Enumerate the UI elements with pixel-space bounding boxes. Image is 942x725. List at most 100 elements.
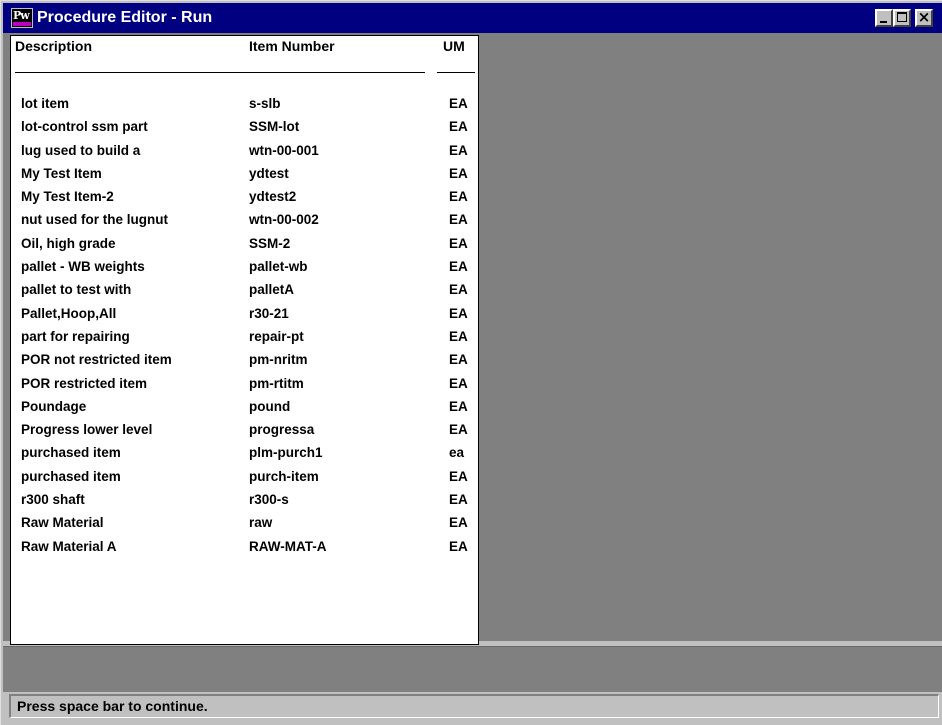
cell-description: Oil, high grade <box>21 235 116 251</box>
table-body: lot item s-slb EA lot-control ssm part SSM-l… <box>11 92 478 558</box>
cell-item-number: s-slb <box>249 96 281 111</box>
cell-description: POR not restricted item <box>21 352 172 368</box>
cell-item-number: SSM-lot <box>249 119 300 135</box>
cell-description: part for repairing <box>21 328 130 344</box>
app-icon-bar <box>13 22 31 26</box>
status-message: Press space bar to continue. <box>17 698 208 714</box>
column-header-item-number: Item Number <box>249 38 335 54</box>
cell-um: EA <box>449 398 468 414</box>
cell-description: purchased item <box>21 445 121 461</box>
cell-item-number: r300-s <box>249 492 289 508</box>
cell-description: nut used for the lugnut <box>21 212 168 228</box>
cell-um: EA <box>449 515 468 531</box>
table-row[interactable]: Raw Material raw EA <box>11 511 478 534</box>
cell-item-number: r30-21 <box>249 305 289 321</box>
table-row[interactable]: nut used for the lugnut wtn-00-002 EA <box>11 208 478 231</box>
title-bar[interactable]: Pw Procedure Editor - Run × <box>3 3 942 33</box>
table-row[interactable]: lug used to build a wtn-00-001 EA <box>11 139 478 162</box>
procedure-editor-window: Pw Procedure Editor - Run × Description … <box>0 0 942 725</box>
cell-description: Progress lower level <box>21 422 153 438</box>
cell-um: ea <box>449 445 465 461</box>
table-row[interactable]: POR not restricted item pm-nritm EA <box>11 348 478 371</box>
cell-item-number: repair-pt <box>249 328 304 344</box>
maximize-icon <box>897 12 907 22</box>
cell-um: EA <box>449 468 468 484</box>
table-row[interactable]: POR restricted item pm-rtitm EA <box>11 372 478 395</box>
table-row[interactable]: part for repairing repair-pt EA <box>11 325 478 348</box>
cell-um: EA <box>449 96 468 111</box>
minimize-icon <box>880 21 887 23</box>
table-row[interactable]: Raw Material A RAW-MAT-A EA <box>11 535 478 558</box>
table-row[interactable]: r300 shaft r300-s EA <box>11 488 478 511</box>
table-row[interactable]: Oil, high grade SSM-2 EA <box>11 232 478 255</box>
cell-um: EA <box>449 235 468 251</box>
cell-item-number: RAW-MAT-A <box>249 538 327 554</box>
cell-item-number: pallet-wb <box>249 259 308 275</box>
table-row[interactable]: Progress lower level progressa EA <box>11 418 478 441</box>
cell-item-number: pm-nritm <box>249 352 308 368</box>
cell-um: EA <box>449 328 468 344</box>
cell-description: lug used to build a <box>21 142 141 158</box>
header-underline-description <box>15 72 236 73</box>
cell-um: EA <box>449 352 468 368</box>
cell-um: EA <box>449 119 468 135</box>
cell-item-number: wtn-00-001 <box>249 142 319 158</box>
cell-item-number: ydtest <box>249 165 289 181</box>
maximize-button[interactable] <box>893 9 911 27</box>
table-row[interactable]: My Test Item-2 ydtest2 EA <box>11 185 478 208</box>
cell-item-number: pm-rtitm <box>249 375 304 391</box>
cell-um: EA <box>449 165 468 181</box>
cell-description: Raw Material A <box>21 538 117 554</box>
table-row[interactable]: purchased item purch-item EA <box>11 465 478 488</box>
cell-description: Raw Material <box>21 515 104 531</box>
cell-item-number: plm-purch1 <box>249 445 323 461</box>
cell-item-number: ydtest2 <box>249 189 297 205</box>
cell-item-number: palletA <box>249 282 295 298</box>
close-button[interactable]: × <box>915 8 933 27</box>
column-header-description: Description <box>15 38 93 54</box>
cell-description: lot item <box>21 96 70 111</box>
table-row[interactable]: pallet to test with palletA EA <box>11 278 478 301</box>
cell-description: pallet - WB weights <box>21 259 145 275</box>
cell-description: My Test Item-2 <box>21 189 114 205</box>
minimize-button[interactable] <box>875 9 893 27</box>
cell-um: EA <box>449 492 468 508</box>
table-row[interactable]: pallet - WB weights pallet-wb EA <box>11 255 478 278</box>
cell-item-number: pound <box>249 398 291 414</box>
table-row[interactable]: lot item s-slb EA <box>11 92 478 115</box>
column-header-um: UM <box>443 38 465 54</box>
header-underline-item-number <box>235 72 425 73</box>
cell-um: EA <box>449 282 468 298</box>
cell-description: pallet to test with <box>21 282 132 298</box>
status-bar: Press space bar to continue. <box>9 694 939 718</box>
cell-description: purchased item <box>21 468 121 484</box>
table-row[interactable]: Poundage pound EA <box>11 395 478 418</box>
cell-item-number: raw <box>249 515 273 531</box>
cell-description: Pallet,Hoop,All <box>21 305 117 321</box>
cell-um: EA <box>449 142 468 158</box>
progress-app-icon[interactable]: Pw <box>11 8 33 28</box>
cell-description: My Test Item <box>21 165 102 181</box>
close-icon: × <box>917 8 931 26</box>
table-row[interactable]: Pallet,Hoop,All r30-21 EA <box>11 302 478 325</box>
cell-item-number: progressa <box>249 422 315 438</box>
cell-um: EA <box>449 212 468 228</box>
table-row[interactable]: lot-control ssm part SSM-lot EA <box>11 115 478 138</box>
cell-item-number: SSM-2 <box>249 235 291 251</box>
table-row[interactable]: My Test Item ydtest EA <box>11 162 478 185</box>
app-icon-glyph: Pw <box>13 9 30 22</box>
cell-um: EA <box>449 538 468 554</box>
cell-description: lot-control ssm part <box>21 119 148 135</box>
cell-description: POR restricted item <box>21 375 148 391</box>
cell-um: EA <box>449 375 468 391</box>
cell-item-number: wtn-00-002 <box>249 212 319 228</box>
table-row[interactable]: purchased item plm-purch1 ea <box>11 441 478 464</box>
cell-um: EA <box>449 189 468 205</box>
cell-um: EA <box>449 305 468 321</box>
cell-um: EA <box>449 259 468 275</box>
item-browse-table[interactable]: Description Item Number UM lot item s-slb… <box>10 35 479 645</box>
window-title: Procedure Editor - Run <box>37 9 213 26</box>
cell-um: EA <box>449 422 468 438</box>
cell-description: r300 shaft <box>21 492 85 508</box>
cell-description: Poundage <box>21 398 87 414</box>
